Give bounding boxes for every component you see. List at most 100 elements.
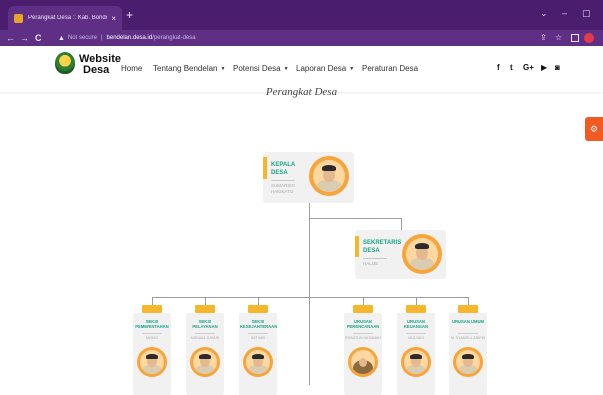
kepala-name-line2: HAKIKATO xyxy=(271,189,294,194)
staff-photo xyxy=(140,350,164,374)
tab-favicon-icon xyxy=(14,13,23,23)
google-plus-icon[interactable]: G+ xyxy=(523,63,534,72)
minimize-button[interactable]: – xyxy=(562,8,567,18)
menu-laporan[interactable]: Laporan Desa ▼ xyxy=(296,64,354,73)
maximize-button[interactable]: ▢ xyxy=(582,8,591,19)
card-divider xyxy=(363,258,387,259)
new-tab-button[interactable]: + xyxy=(126,9,133,21)
card-divider xyxy=(142,333,162,334)
sekretaris-card[interactable]: SEKRETARIS DESA HALIJE xyxy=(355,230,446,279)
tab-search-icon[interactable]: ⌄ xyxy=(540,8,548,19)
org-sekretaris-connector xyxy=(309,218,401,219)
url-field[interactable]: ▲ Not secure | bendelan.desa.id /perangk… xyxy=(58,32,528,44)
staff-tab xyxy=(458,305,478,313)
staff-photo xyxy=(456,350,480,374)
tab-bar: Perangkat Desa :: Kab. Bondowo × + ⌄ – ▢ xyxy=(0,0,603,30)
youtube-icon[interactable]: ▶ xyxy=(541,63,547,72)
sekretaris-role-line2: DESA xyxy=(363,248,380,254)
menu-potensi-label: Potensi Desa xyxy=(233,64,281,73)
logo-emblem-icon[interactable] xyxy=(55,52,75,74)
kepala-desa-card[interactable]: KEPALA DESA SUMARSIO HAKIKATO xyxy=(263,152,354,203)
staff-role: SEKSI PELAYANAN xyxy=(192,319,218,329)
back-icon[interactable]: ← xyxy=(6,33,15,43)
instagram-icon[interactable]: ◙ xyxy=(555,63,560,72)
address-toolbar: ← → C ▲ Not secure | bendelan.desa.id /p… xyxy=(0,30,603,46)
staff-name: SATHAR xyxy=(250,336,266,340)
org-staff-drop xyxy=(363,297,364,305)
sekretaris-photo xyxy=(406,238,438,270)
staff-tab xyxy=(353,305,373,313)
kepala-photo xyxy=(313,160,345,192)
tab-close-icon[interactable]: × xyxy=(111,14,116,23)
menu-home[interactable]: Home xyxy=(121,64,142,73)
url-path: /perangkat-desa xyxy=(152,35,196,41)
card-divider xyxy=(406,333,426,334)
staff-role: SEKSI KESEJAHTERAAN xyxy=(240,319,278,329)
staff-photo xyxy=(193,350,217,374)
sekretaris-role-line1: SEKRETARIS xyxy=(363,240,402,246)
staff-card-umum[interactable]: URUSAN UMUM M. SYAMSUL ARIFIN xyxy=(449,305,487,395)
staff-tab xyxy=(142,305,162,313)
staff-photo xyxy=(404,350,428,374)
menu-home-label: Home xyxy=(121,64,143,73)
staff-card-keuangan[interactable]: URUSAN KEUANGAN MULYADI xyxy=(397,305,435,395)
not-secure-label: Not secure xyxy=(67,35,97,41)
staff-role: SEKSI PEMERINTAHAN xyxy=(135,319,169,329)
menu-peraturan-label: Peraturan Desa xyxy=(362,64,419,73)
extension-icon[interactable] xyxy=(571,34,579,42)
menu-peraturan[interactable]: Peraturan Desa xyxy=(362,64,418,73)
staff-role: URUSAN UMUM xyxy=(451,319,485,324)
staff-tab xyxy=(195,305,215,313)
org-trunk-line xyxy=(309,203,310,385)
bookmark-star-icon[interactable]: ☆ xyxy=(555,33,562,43)
sekretaris-role: SEKRETARIS DESA xyxy=(363,239,401,255)
menu-tentang-label: Tentang Bendelan xyxy=(153,64,218,73)
kepala-role-line1: KEPALA xyxy=(271,162,296,168)
org-sekretaris-drop xyxy=(401,218,402,230)
settings-gear-button[interactable]: ⚙ xyxy=(585,117,603,141)
chevron-down-icon: ▼ xyxy=(220,65,226,72)
logo-line2: Desa xyxy=(83,64,110,76)
org-staff-drop xyxy=(416,297,417,305)
menu-laporan-label: Laporan Desa xyxy=(296,64,347,73)
staff-card-pemerintahan[interactable]: SEKSI PEMERINTAHAN MISNO xyxy=(133,305,171,395)
profile-avatar[interactable] xyxy=(584,33,594,43)
org-staff-drop xyxy=(152,297,153,305)
menu-tentang[interactable]: Tentang Bendelan ▼ xyxy=(153,64,225,73)
card-divider xyxy=(458,333,478,334)
staff-card-perencanaan[interactable]: URUSAN PERENCANAAN ROSATUN HASANAH xyxy=(344,305,382,395)
site-logo[interactable]: Website Desa xyxy=(79,54,121,76)
facebook-icon[interactable]: f xyxy=(497,63,500,72)
forward-icon[interactable]: → xyxy=(20,33,29,43)
url-host: bendelan.desa.id xyxy=(106,35,153,41)
card-divider xyxy=(353,333,373,334)
browser-window: Perangkat Desa :: Kab. Bondowo × + ⌄ – ▢… xyxy=(0,0,603,395)
org-staff-drop xyxy=(205,297,206,305)
staff-card-kesejahteraan[interactable]: SEKSI KESEJAHTERAAN SATHAR xyxy=(239,305,277,395)
kepala-role: KEPALA DESA xyxy=(271,161,295,177)
kepala-name: SUMARSIO HAKIKATO xyxy=(271,183,295,195)
staff-photo xyxy=(351,350,375,374)
org-staff-drop xyxy=(468,297,469,305)
kepala-role-line2: DESA xyxy=(271,170,288,176)
sekretaris-name: HALIJE xyxy=(363,261,379,266)
warning-icon: ▲ xyxy=(58,34,65,42)
browser-tab[interactable]: Perangkat Desa :: Kab. Bondowo × xyxy=(8,6,122,30)
menu-potensi[interactable]: Potensi Desa ▼ xyxy=(233,64,289,73)
staff-role: URUSAN PERENCANAAN xyxy=(346,319,380,329)
staff-name: MULYADI xyxy=(408,336,424,340)
staff-role: URUSAN KEUANGAN xyxy=(403,319,429,329)
chevron-down-icon: ▼ xyxy=(349,65,355,72)
staff-tab xyxy=(248,305,268,313)
card-divider xyxy=(248,333,268,334)
card-divider xyxy=(271,180,295,181)
reload-icon[interactable]: C xyxy=(35,33,42,43)
staff-name: ROSATUN HASANAH xyxy=(345,336,381,340)
staff-photo xyxy=(246,350,270,374)
staff-card-pelayanan[interactable]: SEKSI PELAYANAN MISNAM JUHARI xyxy=(186,305,224,395)
staff-name: MISNO xyxy=(146,336,158,340)
share-icon[interactable]: ⇪ xyxy=(540,33,547,43)
twitter-icon[interactable]: t xyxy=(510,63,513,72)
gear-icon: ⚙ xyxy=(589,123,599,134)
card-divider xyxy=(195,333,215,334)
